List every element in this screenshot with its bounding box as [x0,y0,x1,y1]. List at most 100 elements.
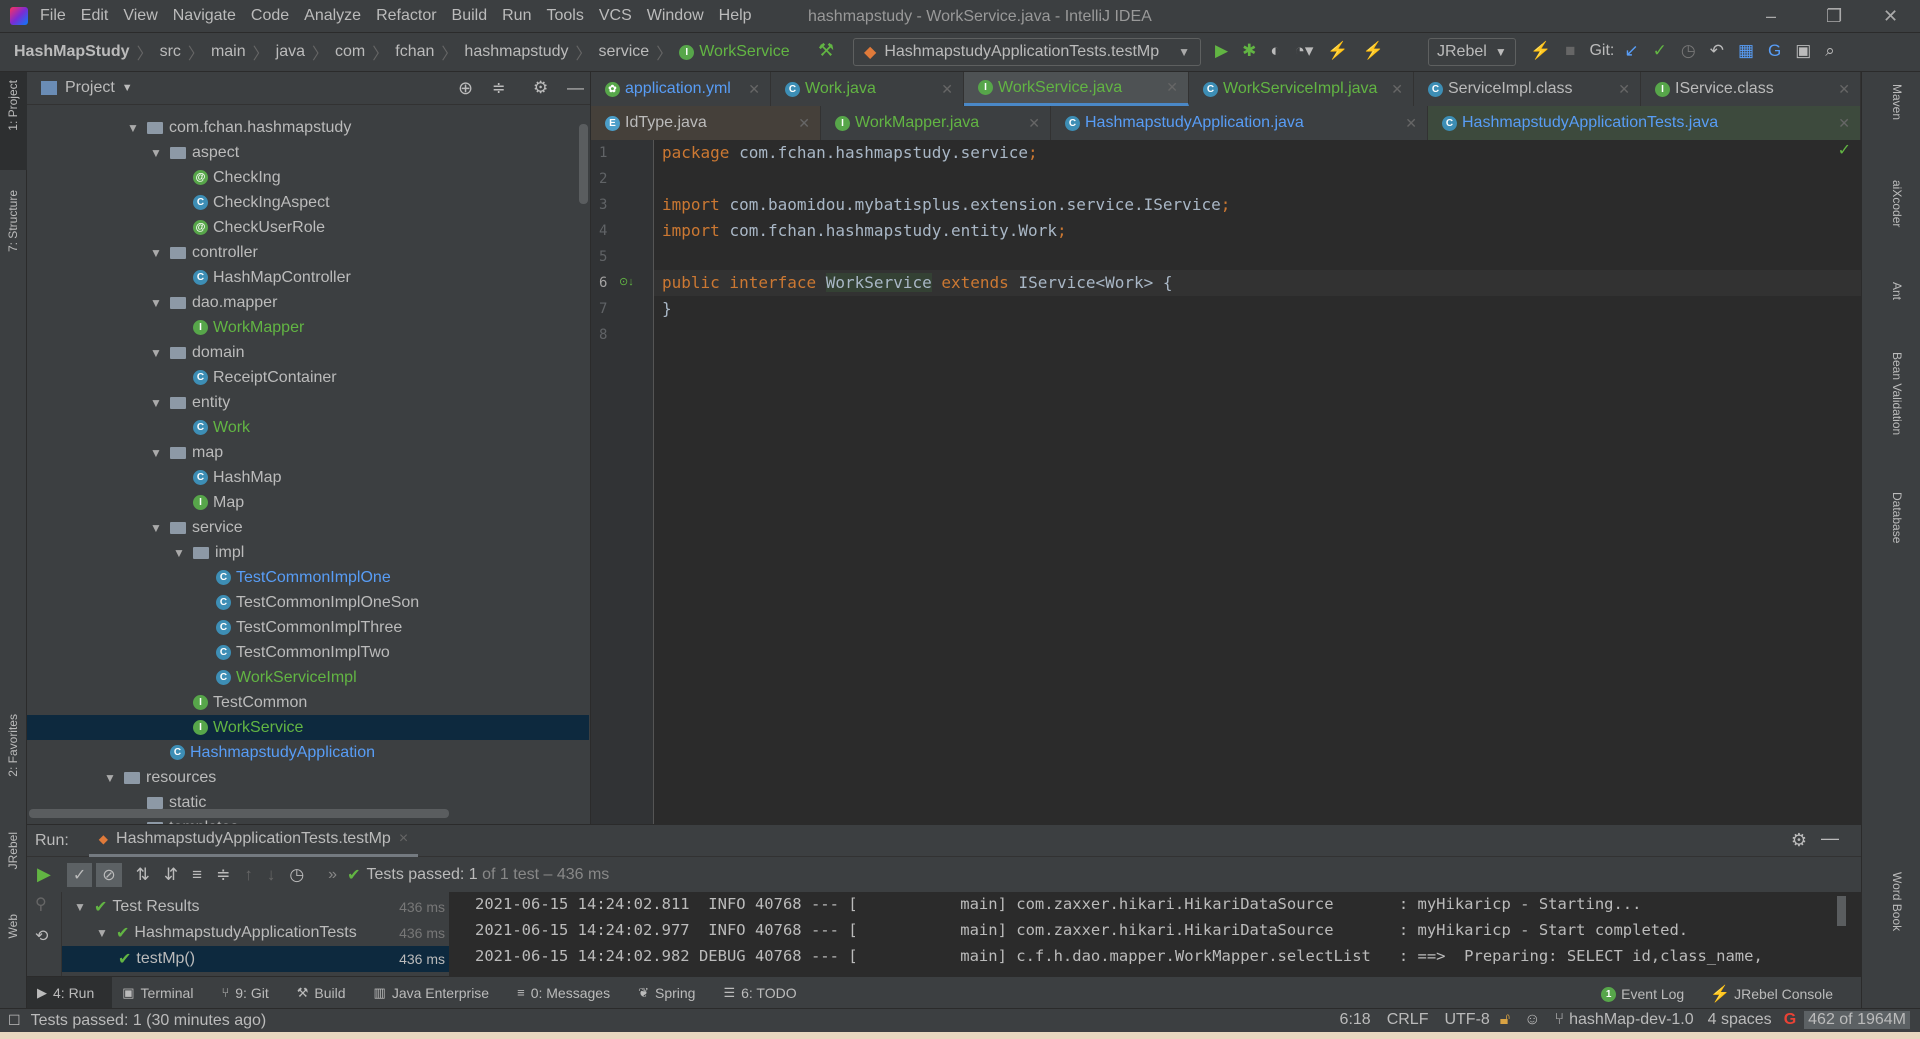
close-tab-icon[interactable]: ✕ [1838,115,1850,132]
expanded-arrow-icon[interactable]: ▼ [74,900,86,914]
test-result-item[interactable]: ✔ testMp() 436 ms [62,946,449,972]
tool-tab[interactable]: ⑂ 9: Git [211,977,286,1008]
menu-edit[interactable]: Edit [81,7,109,25]
test-history-icon[interactable]: ◷ [289,865,304,885]
run-icon[interactable]: ▶ [1215,41,1228,61]
breadcrumb-item[interactable]: com [335,43,365,61]
close-button[interactable]: ✕ [1883,6,1898,27]
rerun-icon[interactable]: ▶ [37,864,51,885]
profile-icon[interactable]: ◔▾ [1295,41,1314,61]
tree-item[interactable]: C HashMap [173,465,281,490]
tool-bean-validation[interactable]: Bean Validation [1890,352,1904,435]
breadcrumb-item[interactable]: main [211,43,246,61]
coverage-icon[interactable]: ◐ [1270,41,1280,61]
menu-tools[interactable]: Tools [546,7,583,25]
tool-tab[interactable]: ❦ Spring [628,977,713,1008]
debug-icon[interactable]: ✱ [1242,41,1256,61]
code-editor[interactable]: ✓ package com.fchan.hashmapstudy.service… [654,140,1861,824]
breadcrumb-item[interactable]: WorkService [699,43,789,61]
tree-item[interactable]: I TestCommon [173,690,307,715]
tree-item[interactable]: @ CheckIng [173,165,281,190]
tree-item[interactable]: C CheckIngAspect [173,190,330,215]
tree-item[interactable]: ▼ entity [150,390,230,415]
tool-web[interactable]: Web [6,914,20,938]
translate-icon[interactable]: G [1768,41,1781,61]
breadcrumb-item[interactable]: java [276,43,305,61]
tree-item[interactable]: ▼ controller [150,240,258,265]
build-hammer-icon[interactable]: ⚒ [818,40,834,61]
expanded-arrow-icon[interactable]: ▼ [173,546,185,560]
inspector-icon[interactable]: ☺ [1524,1011,1540,1029]
close-tab-icon[interactable]: ✕ [1618,81,1630,98]
console-scrollbar[interactable] [1837,896,1846,926]
tool-maven[interactable]: Maven [1890,84,1904,120]
presentation-icon[interactable]: ▣ [1795,41,1811,61]
tool-tab[interactable]: ⚒ Build [287,977,364,1008]
expanded-arrow-icon[interactable]: ▼ [150,446,162,460]
gear-icon[interactable]: ⚙ [533,78,548,98]
status-message[interactable]: Tests passed: 1 (30 minutes ago) [31,1012,267,1030]
close-tab-icon[interactable]: ✕ [1838,81,1850,98]
tree-item[interactable]: ▼ map [150,440,223,465]
tree-item[interactable]: C TestCommonImplOne [196,565,391,590]
line-separator[interactable]: CRLF [1387,1011,1429,1029]
editor-tab[interactable]: I IService.class ✕ [1641,72,1861,106]
tree-item[interactable]: @ CheckUserRole [173,215,325,240]
menu-view[interactable]: View [123,7,157,25]
stop-icon[interactable]: ■ [1565,41,1575,61]
tree-item[interactable]: C ReceiptContainer [173,365,337,390]
tool-aixcoder[interactable]: aiXcoder [1890,180,1904,227]
git-update-icon[interactable]: ↙ [1624,41,1638,61]
close-tab-icon[interactable]: ✕ [748,81,760,98]
close-tab-icon[interactable]: ✕ [1166,79,1178,96]
tool-tab[interactable]: ≡ 0: Messages [507,977,628,1008]
pin-icon[interactable]: ⚲ [35,894,47,914]
close-tab-icon[interactable]: ✕ [1405,115,1417,132]
tool-tab[interactable]: ☰ 6: TODO [713,977,814,1008]
tool-tab[interactable]: ▶ 4: Run [27,977,113,1008]
tool-project[interactable]: 1: Project [6,80,20,131]
run-settings-icon[interactable]: ⚙ [1791,830,1807,851]
prev-failed-icon[interactable]: ↑ [244,865,253,885]
tool-tab[interactable]: ▣ Terminal [112,977,211,1008]
editor-tab[interactable]: C ServiceImpl.class ✕ [1414,72,1641,106]
console-output[interactable]: 2021-06-15 14:24:02.811 INFO 40768 --- [… [449,892,1861,977]
tree-item[interactable]: ▼ service [150,515,243,540]
tool-jrebel[interactable]: JRebel [6,832,20,869]
minimize-button[interactable]: – [1766,6,1776,27]
close-tab-icon[interactable]: ✕ [1028,115,1040,132]
editor-tab[interactable]: C HashmapstudyApplication.java ✕ [1051,106,1428,140]
menu-vcs[interactable]: VCS [599,7,632,25]
indent-setting[interactable]: 4 spaces [1708,1011,1772,1029]
menu-code[interactable]: Code [251,7,289,25]
jrebel-console-tab[interactable]: JRebel Console [1734,986,1833,1002]
breadcrumb-item[interactable]: HashMapStudy [14,43,130,61]
tree-item[interactable]: ▼ aspect [150,140,239,165]
editor-tab[interactable]: C HashmapstudyApplicationTests.java ✕ [1428,106,1861,140]
breadcrumb-item[interactable]: hashmapstudy [464,43,568,61]
tree-item[interactable]: ▼ resources [104,765,216,790]
expanded-arrow-icon[interactable]: ▼ [150,246,162,260]
tool-ant[interactable]: Ant [1890,282,1904,300]
tool-word-book[interactable]: Word Book [1890,872,1904,931]
editor-tab[interactable]: ✿ application.yml ✕ [591,72,771,106]
run-hide-icon[interactable]: — [1821,828,1839,849]
tool-favorites[interactable]: 2: Favorites [6,714,20,777]
tree-item[interactable]: C WorkServiceImpl [196,665,357,690]
show-passed-icon[interactable]: ✓ [66,862,93,887]
tree-item[interactable]: I WorkMapper [173,315,304,340]
implemented-gutter-icon[interactable]: ⊙↓ [619,275,634,288]
close-tab-icon[interactable]: ✕ [1391,81,1403,98]
expanded-arrow-icon[interactable]: ▼ [150,296,162,310]
hide-icon[interactable]: — [567,78,584,98]
tree-hscrollbar[interactable] [29,809,449,818]
tree-item[interactable]: C TestCommonImplThree [196,615,402,640]
restore-layout-icon[interactable]: ⟲ [35,926,48,946]
editor-tab[interactable]: I WorkService.java ✕ [964,72,1189,106]
tree-item[interactable]: C TestCommonImplTwo [196,640,390,665]
jrebel-select[interactable]: JRebel ▼ [1428,38,1516,66]
tree-item[interactable]: C Work [173,415,250,440]
git-history-icon[interactable]: ◷ [1681,41,1696,61]
menu-file[interactable]: File [40,7,66,25]
run-tab[interactable]: ◆ HashmapstudyApplicationTests.testMp × [88,825,419,857]
